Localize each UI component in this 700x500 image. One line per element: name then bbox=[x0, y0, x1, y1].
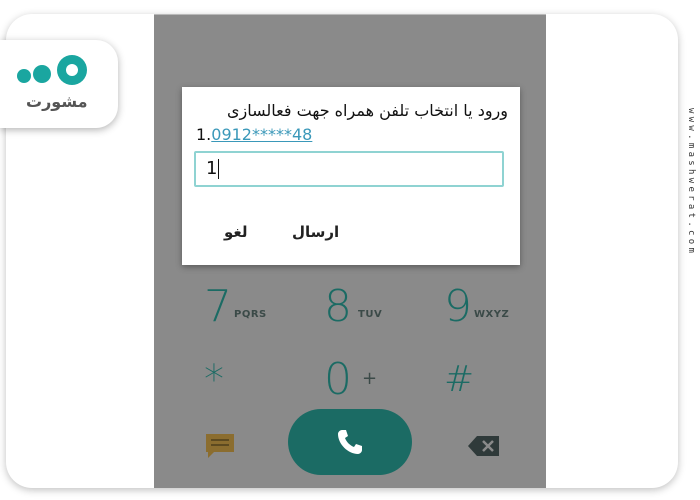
phone-icon bbox=[338, 430, 362, 454]
keypad-row-1: 7 PQRS 8 TUV 9 WXYZ bbox=[154, 277, 546, 337]
key-digit: 0 bbox=[324, 354, 352, 405]
text-cursor bbox=[218, 159, 220, 179]
divider bbox=[154, 14, 546, 15]
logo-icon bbox=[17, 55, 87, 85]
key-digit: * bbox=[204, 357, 224, 403]
phone-input[interactable]: 1 bbox=[194, 151, 504, 187]
cancel-button[interactable]: لغو bbox=[224, 223, 248, 241]
activation-dialog: ورود یا انتخاب تلفن همراه جهت فعالسازی 1… bbox=[182, 87, 520, 265]
send-button[interactable]: ارسال bbox=[292, 223, 339, 241]
key-0[interactable]: 0 + bbox=[324, 350, 444, 410]
key-letters: PQRS bbox=[234, 309, 267, 320]
message-icon[interactable] bbox=[204, 432, 236, 464]
phone-number-link[interactable]: 0912*****48 bbox=[211, 125, 312, 144]
logo-text: مشورت bbox=[26, 92, 88, 111]
key-9[interactable]: 9 WXYZ bbox=[444, 277, 546, 337]
key-digit: 7 bbox=[204, 281, 232, 332]
key-digit: # bbox=[444, 359, 475, 400]
key-plus: + bbox=[362, 368, 378, 389]
key-8[interactable]: 8 TUV bbox=[324, 277, 444, 337]
call-button[interactable] bbox=[288, 409, 412, 475]
key-digit: 9 bbox=[444, 281, 472, 332]
keypad-row-2: * 0 + # bbox=[154, 350, 546, 410]
input-value: 1 bbox=[206, 158, 218, 179]
option-index: 1. bbox=[196, 125, 212, 144]
key-digit: 8 bbox=[324, 281, 352, 332]
key-letters: WXYZ bbox=[474, 309, 510, 320]
key-star[interactable]: * bbox=[204, 350, 324, 410]
key-hash[interactable]: # bbox=[444, 350, 546, 410]
backspace-icon[interactable] bbox=[467, 434, 501, 462]
dialog-title: ورود یا انتخاب تلفن همراه جهت فعالسازی bbox=[227, 101, 508, 120]
key-letters: TUV bbox=[358, 309, 383, 320]
logo-badge: مشورت bbox=[0, 40, 118, 128]
phone-option[interactable]: 1.0912*****48 bbox=[196, 125, 312, 144]
site-url: www.mashwerat.com bbox=[686, 108, 696, 257]
key-7[interactable]: 7 PQRS bbox=[204, 277, 324, 337]
